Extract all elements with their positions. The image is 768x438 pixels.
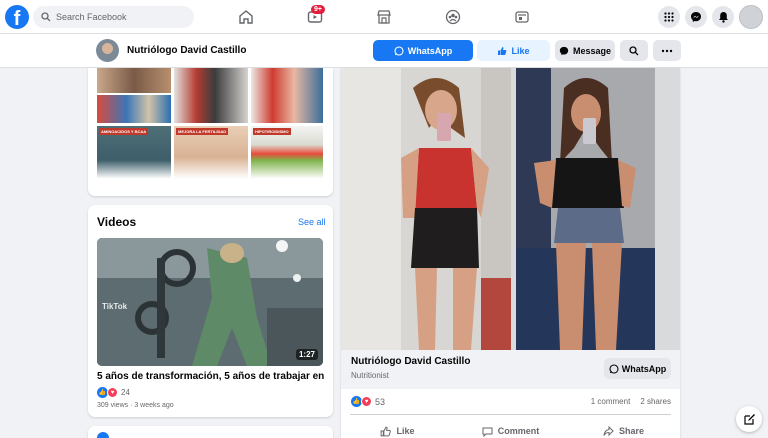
link-preview-title: Nutriólogo David Castillo	[351, 356, 471, 367]
share-icon	[603, 425, 614, 436]
video-reactions[interactable]: 👍 ♥ 24	[97, 387, 130, 398]
share-post-button[interactable]: Share	[567, 416, 680, 438]
notifications-bell-icon[interactable]	[712, 6, 734, 28]
messenger-icon	[559, 46, 569, 55]
section-icon	[97, 432, 109, 438]
preview-whatsapp-label: WhatsApp	[621, 363, 667, 374]
message-button[interactable]: Message	[555, 40, 615, 61]
new-message-button[interactable]	[736, 406, 762, 432]
love-reaction-icon: ♥	[107, 387, 118, 398]
photo-tile[interactable]	[97, 95, 171, 123]
messenger-icon[interactable]	[685, 6, 707, 28]
video-title[interactable]: 5 años de transformación, 5 años de trab…	[97, 371, 325, 382]
video-duration: 1:27	[295, 349, 318, 360]
next-section-card	[88, 426, 333, 438]
page-search-button[interactable]	[620, 40, 648, 61]
video-reaction-count: 24	[121, 388, 130, 397]
photo-tile[interactable]: AMINOACIDOS Y BCAA	[97, 126, 171, 188]
whatsapp-button[interactable]: WhatsApp	[373, 40, 473, 61]
like-post-button[interactable]: Like	[341, 416, 454, 438]
comment-icon	[482, 427, 493, 437]
whatsapp-button-label: WhatsApp	[407, 45, 453, 56]
link-preview[interactable]: Nutriólogo David Castillo Nutritionist W…	[341, 350, 680, 389]
photo-tile-label: MEJORA LA FERTILIDAD	[176, 128, 229, 135]
shares-count[interactable]: 2 shares	[640, 397, 671, 406]
top-navigation-bar: f 9+	[0, 0, 768, 34]
whatsapp-icon	[609, 363, 619, 374]
photo-tile[interactable]	[97, 68, 171, 93]
post-image[interactable]	[341, 68, 680, 350]
photo-tile-label: HIPOTIROIDISMO	[253, 128, 291, 135]
facebook-logo[interactable]: f	[5, 5, 29, 29]
groups-icon[interactable]	[443, 7, 463, 27]
search-input[interactable]	[56, 12, 186, 22]
video-meta: 309 views · 3 weeks ago	[97, 402, 174, 409]
see-all-videos-link[interactable]: See all	[298, 217, 326, 227]
more-options-button[interactable]	[653, 40, 681, 61]
post-stats: 👍 ♥ 53 1 comment 2 shares	[350, 389, 671, 415]
page-name[interactable]: Nutriólogo David Castillo	[127, 45, 246, 56]
like-button-label: Like	[511, 45, 530, 56]
love-reaction-icon: ♥	[361, 396, 372, 407]
photo-tile[interactable]: HIPOTIROIDISMO	[251, 126, 323, 188]
thumbs-up-icon	[498, 46, 507, 55]
post-actions: Like Comment Share	[341, 416, 680, 438]
home-icon[interactable]	[236, 7, 256, 27]
link-preview-subtitle: Nutritionist	[351, 371, 389, 380]
video-thumbnail-image	[97, 238, 323, 366]
search-icon	[41, 12, 51, 22]
marketplace-icon[interactable]	[374, 7, 394, 27]
photo-tile-label: AMINOACIDOS Y BCAA	[99, 128, 149, 135]
tiktok-watermark: TikTok	[102, 302, 128, 311]
after-photo	[516, 68, 655, 350]
video-thumbnail[interactable]: TikTok 1:27	[97, 238, 323, 366]
like-action-label: Like	[396, 426, 415, 436]
comment-action-label: Comment	[497, 426, 540, 436]
message-button-label: Message	[572, 45, 612, 56]
account-avatar[interactable]	[739, 5, 763, 29]
before-photo	[341, 68, 511, 350]
search-box[interactable]	[33, 6, 194, 28]
videos-card: Videos See all TikTok 1:27 5 años de tra…	[88, 205, 333, 417]
comments-count[interactable]: 1 comment	[591, 397, 631, 406]
photo-tile[interactable]	[174, 68, 248, 123]
videos-section-title: Videos	[97, 215, 137, 229]
photos-card: AMINOACIDOS Y BCAA MEJORA LA FERTILIDAD …	[88, 68, 333, 196]
more-dots-icon	[661, 49, 673, 52]
notification-badge: 9+	[311, 5, 325, 14]
like-page-button[interactable]: Like	[477, 40, 550, 61]
whatsapp-icon	[394, 45, 404, 56]
page-avatar[interactable]	[96, 39, 119, 62]
compose-icon	[743, 413, 755, 425]
preview-whatsapp-button[interactable]: WhatsApp	[604, 358, 671, 379]
comment-post-button[interactable]: Comment	[454, 416, 567, 438]
photo-tile[interactable]	[251, 68, 323, 123]
search-icon	[629, 45, 639, 55]
menu-grid-icon[interactable]	[658, 6, 680, 28]
feed-post: Nutriólogo David Castillo Nutritionist W…	[341, 68, 680, 438]
page-header-bar: Nutriólogo David Castillo WhatsApp Like …	[0, 34, 768, 68]
photo-tile[interactable]: MEJORA LA FERTILIDAD	[174, 126, 248, 188]
post-reactions[interactable]: 👍 ♥ 53	[351, 396, 385, 407]
thumbs-up-icon	[381, 426, 392, 436]
share-action-label: Share	[618, 426, 644, 436]
post-reaction-count: 53	[375, 396, 386, 407]
gaming-icon[interactable]	[512, 7, 532, 27]
